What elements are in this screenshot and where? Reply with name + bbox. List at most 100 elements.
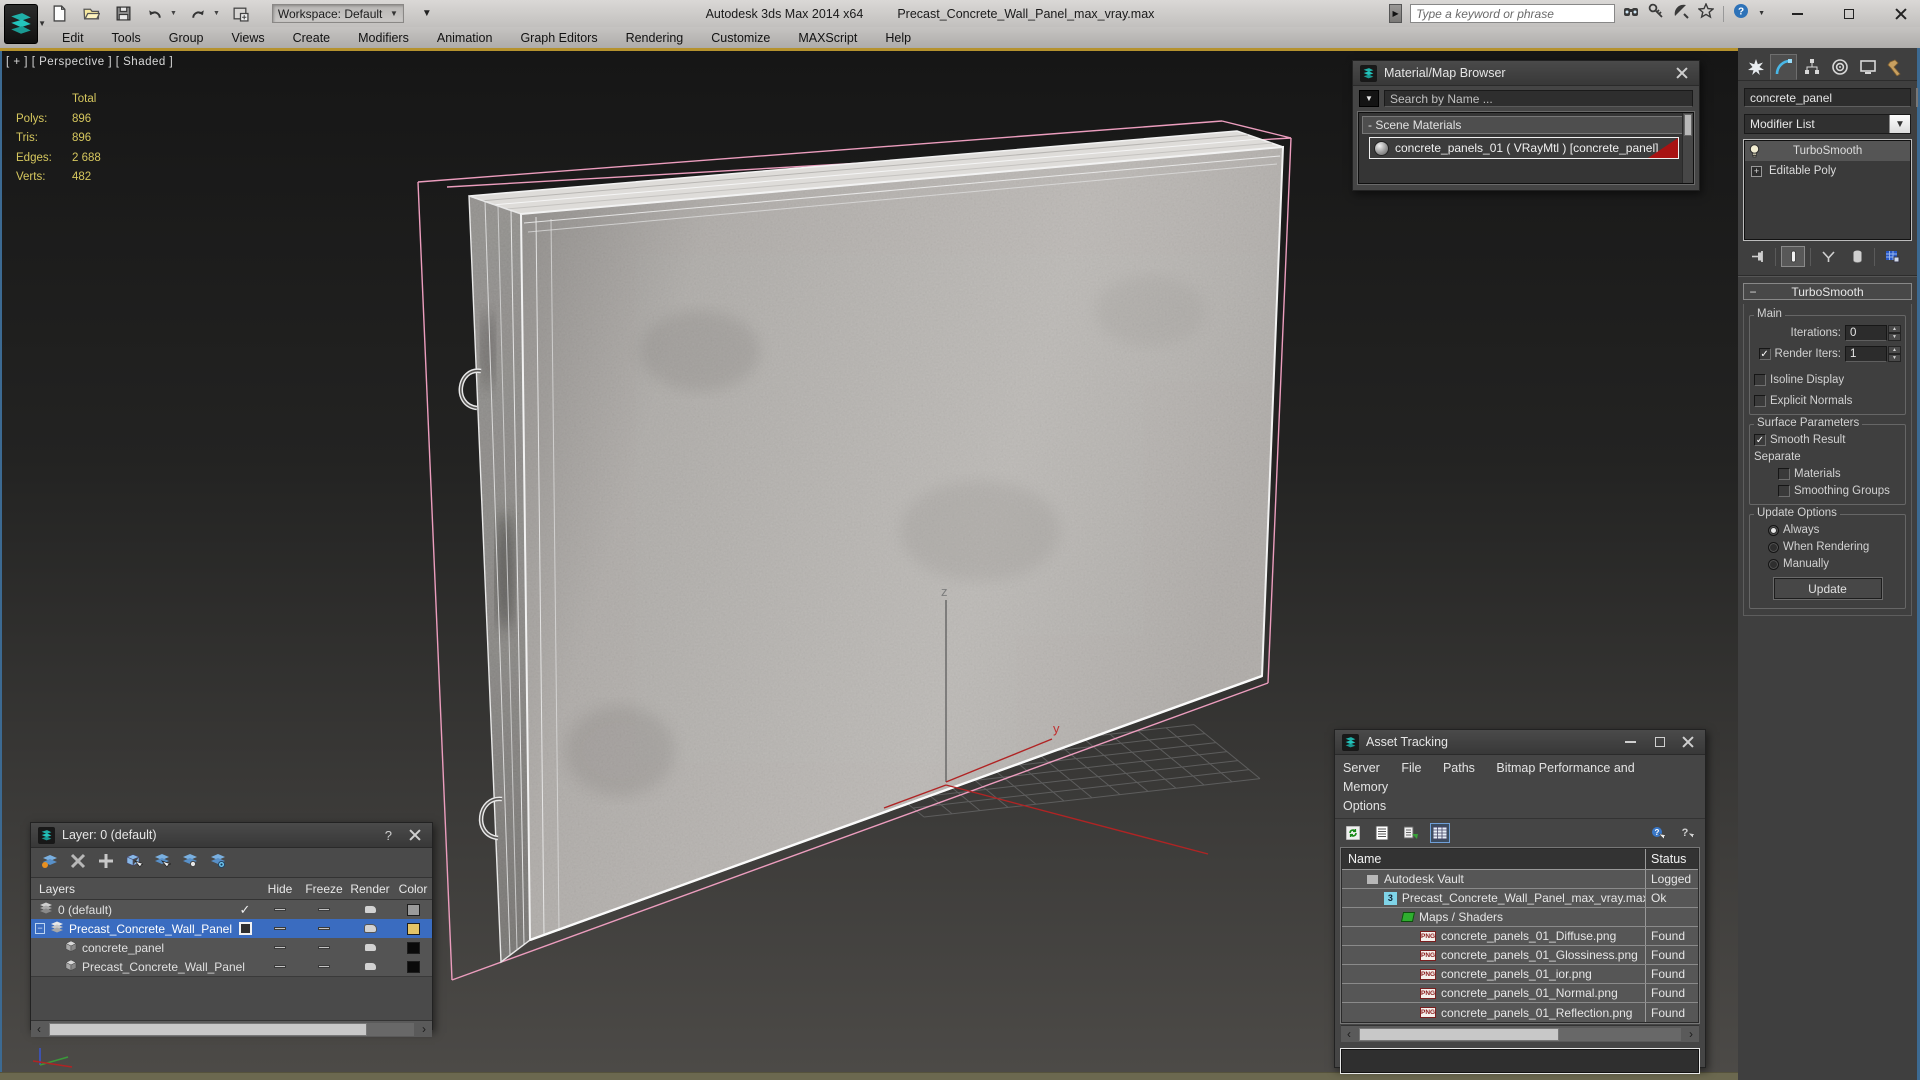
menu-edit[interactable]: Edit bbox=[48, 27, 98, 48]
iterations-value[interactable]: 0 bbox=[1845, 325, 1887, 341]
key-icon[interactable] bbox=[1648, 3, 1664, 24]
menu-modifiers[interactable]: Modifiers bbox=[344, 27, 423, 48]
object-color-swatch[interactable] bbox=[1916, 88, 1918, 107]
redo-button[interactable] bbox=[187, 4, 209, 24]
close-icon[interactable] bbox=[1676, 67, 1688, 79]
delete-layer-button[interactable] bbox=[69, 853, 87, 872]
viewport-label[interactable]: [ + ] [ Perspective ] [ Shaded ] bbox=[6, 56, 173, 68]
render-iters-spinner[interactable]: 1 ▲ ▼ bbox=[1845, 346, 1901, 362]
render-toggle-icon[interactable] bbox=[363, 905, 377, 914]
select-objects-in-layer-button[interactable] bbox=[125, 853, 146, 872]
menu-bitmap-performance[interactable]: Bitmap Performance and Memory bbox=[1343, 761, 1635, 794]
hide-unhide-layer-button[interactable] bbox=[181, 853, 199, 872]
asset-row-reflection[interactable]: PNG concrete_panels_01_Reflection.png Fou… bbox=[1342, 1003, 1698, 1022]
minimize-button[interactable] bbox=[1784, 4, 1810, 24]
close-icon[interactable] bbox=[1682, 736, 1694, 748]
freeze-toggle[interactable] bbox=[318, 908, 330, 911]
hide-toggle[interactable] bbox=[274, 946, 286, 949]
object-row-precast-wall-panel[interactable]: Precast_Concrete_Wall_Panel bbox=[31, 957, 432, 976]
menu-server[interactable]: Server bbox=[1343, 761, 1380, 775]
search-icon[interactable] bbox=[1623, 3, 1639, 24]
add-to-layer-button[interactable] bbox=[97, 853, 115, 872]
object-name-field[interactable] bbox=[1744, 88, 1911, 107]
when-rendering-radio[interactable] bbox=[1768, 541, 1779, 553]
spin-down-icon[interactable]: ▼ bbox=[1888, 354, 1901, 362]
explicit-normals-checkbox[interactable] bbox=[1754, 395, 1766, 407]
update-button[interactable]: Update bbox=[1772, 577, 1883, 600]
object-color-swatch[interactable] bbox=[406, 960, 420, 973]
help-icon[interactable]: ? bbox=[1733, 3, 1749, 24]
help-icon[interactable]: ? bbox=[385, 828, 392, 843]
asset-row-maps-shaders[interactable]: Maps / Shaders bbox=[1342, 908, 1698, 927]
stack-item-editable-poly[interactable]: + Editable Poly bbox=[1745, 161, 1910, 181]
manually-radio[interactable] bbox=[1768, 558, 1779, 570]
scene-materials-group[interactable]: - Scene Materials bbox=[1362, 116, 1690, 134]
spin-up-icon[interactable]: ▲ bbox=[1888, 325, 1901, 333]
tree-view-button[interactable] bbox=[1401, 823, 1421, 843]
asset-row-vault[interactable]: Autodesk Vault Logged bbox=[1342, 870, 1698, 889]
maximize-button[interactable] bbox=[1836, 4, 1862, 24]
current-layer-check-icon[interactable]: ✓ bbox=[240, 902, 251, 918]
set-current-layer-box[interactable] bbox=[238, 922, 252, 935]
highlight-selected-objects-layers-button[interactable] bbox=[153, 853, 173, 872]
create-new-layer-button[interactable] bbox=[41, 853, 59, 872]
open-file-button[interactable] bbox=[80, 4, 102, 24]
material-search-input[interactable] bbox=[1384, 90, 1693, 107]
material-list-scrollbar[interactable] bbox=[1682, 113, 1693, 183]
layer-properties-button[interactable] bbox=[209, 853, 227, 872]
tab-create[interactable] bbox=[1742, 54, 1769, 80]
layer-horizontal-scrollbar[interactable]: ‹ › bbox=[31, 1020, 432, 1037]
scroll-left-icon[interactable]: ‹ bbox=[31, 1022, 47, 1036]
menu-graph-editors[interactable]: Graph Editors bbox=[506, 27, 611, 48]
freeze-toggle[interactable] bbox=[318, 927, 330, 930]
modifier-list-dropdown[interactable]: Modifier List ▼ bbox=[1744, 114, 1911, 134]
rollout-turbosmooth-header[interactable]: − TurboSmooth bbox=[1743, 283, 1912, 300]
menu-views[interactable]: Views bbox=[217, 27, 278, 48]
expand-icon[interactable]: + bbox=[1751, 165, 1762, 177]
smoothing-groups-checkbox[interactable] bbox=[1778, 485, 1790, 497]
browser-options-dropdown[interactable]: ▼ bbox=[1359, 90, 1379, 107]
asset-row-max-file[interactable]: 3 Precast_Concrete_Wall_Panel_max_vray.ma… bbox=[1342, 889, 1698, 908]
menu-maxscript[interactable]: MAXScript bbox=[784, 27, 871, 48]
favorites-star-icon[interactable] bbox=[1697, 2, 1715, 24]
render-toggle-icon[interactable] bbox=[363, 962, 377, 971]
menu-paths[interactable]: Paths bbox=[1443, 761, 1475, 775]
asset-row-glossiness[interactable]: PNG concrete_panels_01_Glossiness.png Fou… bbox=[1342, 946, 1698, 965]
scrollbar-thumb[interactable] bbox=[1684, 114, 1692, 136]
asset-row-normal[interactable]: PNG concrete_panels_01_Normal.png Found bbox=[1342, 984, 1698, 1003]
list-view-button[interactable] bbox=[1372, 823, 1392, 843]
materials-checkbox[interactable] bbox=[1778, 468, 1790, 480]
make-unique-button[interactable] bbox=[1816, 246, 1840, 267]
tab-utilities[interactable] bbox=[1882, 54, 1909, 80]
scrollbar-thumb[interactable] bbox=[1359, 1027, 1559, 1041]
menu-animation[interactable]: Animation bbox=[423, 27, 507, 48]
scrollbar-thumb[interactable] bbox=[49, 1022, 367, 1036]
column-freeze[interactable]: Freeze bbox=[302, 882, 346, 896]
menu-rendering[interactable]: Rendering bbox=[612, 27, 698, 48]
table-view-button[interactable] bbox=[1430, 822, 1450, 843]
layer-row-precast-selected[interactable]: − Precast_Concrete_Wall_Panel bbox=[31, 919, 432, 938]
object-color-swatch[interactable] bbox=[406, 941, 420, 954]
pin-stack-button[interactable] bbox=[1746, 246, 1770, 267]
smooth-result-checkbox[interactable]: ✓ bbox=[1754, 434, 1766, 446]
menu-help[interactable]: Help bbox=[871, 27, 925, 48]
spin-up-icon[interactable]: ▲ bbox=[1888, 346, 1901, 354]
menu-create[interactable]: Create bbox=[279, 27, 345, 48]
scroll-right-icon[interactable]: › bbox=[416, 1022, 432, 1036]
material-item-selected[interactable]: concrete_panels_01 ( VRayMtl ) [concrete… bbox=[1369, 137, 1679, 159]
tab-hierarchy[interactable] bbox=[1798, 54, 1825, 80]
maximize-icon[interactable] bbox=[1655, 737, 1665, 747]
infocenter-search-input[interactable] bbox=[1410, 4, 1616, 23]
asset-tracking-titlebar[interactable]: Asset Tracking bbox=[1335, 730, 1705, 755]
menu-customize[interactable]: Customize bbox=[697, 27, 784, 48]
refresh-button[interactable] bbox=[1343, 823, 1363, 843]
workspace-flyout-button[interactable]: ▼ bbox=[418, 4, 436, 23]
scroll-left-icon[interactable]: ‹ bbox=[1341, 1027, 1357, 1041]
hide-toggle[interactable] bbox=[274, 965, 286, 968]
layer-row-default[interactable]: 0 (default) ✓ bbox=[31, 900, 432, 919]
freeze-toggle[interactable] bbox=[318, 965, 330, 968]
isoline-display-checkbox[interactable] bbox=[1754, 374, 1766, 386]
layer-panel-titlebar[interactable]: Layer: 0 (default) ? bbox=[31, 823, 432, 848]
column-status[interactable]: Status bbox=[1646, 852, 1698, 866]
layer-color-swatch[interactable] bbox=[406, 922, 420, 935]
